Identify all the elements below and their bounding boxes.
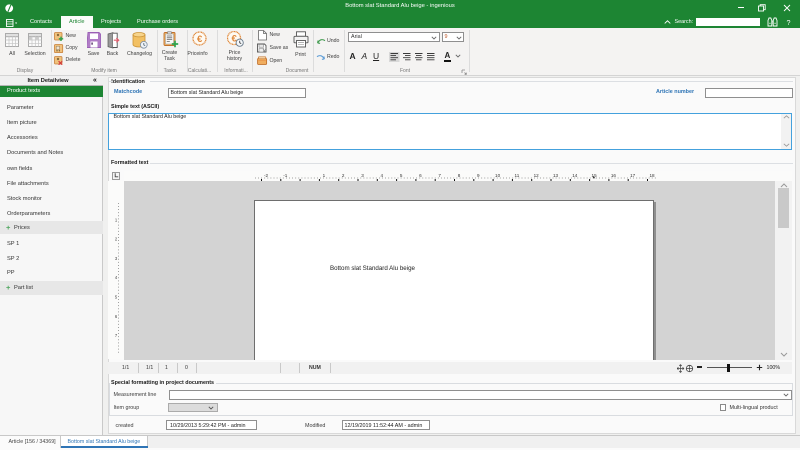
svg-text:5: 5 [115,295,118,300]
svg-text:8: 8 [458,173,461,178]
svg-text:14: 14 [572,173,578,178]
svg-text:9: 9 [477,173,480,178]
svg-text:4: 4 [381,173,384,178]
svg-text:4: 4 [115,275,118,280]
svg-text:18: 18 [649,173,655,178]
svg-text:11: 11 [515,173,520,178]
svg-text:12: 12 [534,173,540,178]
svg-text:1: 1 [115,217,118,222]
svg-text:6: 6 [419,173,422,178]
svg-text:1: 1 [323,173,326,178]
svg-text:13: 13 [553,173,559,178]
svg-text:-2: -2 [264,173,269,178]
svg-text:2: 2 [342,173,345,178]
svg-text:17: 17 [630,173,636,178]
svg-text:5: 5 [400,173,403,178]
svg-text:€: € [197,33,203,44]
svg-text:10: 10 [495,173,501,178]
svg-text:6: 6 [115,314,118,319]
svg-text:7: 7 [438,173,441,178]
svg-text:2: 2 [115,237,118,242]
svg-text:7: 7 [115,333,118,338]
svg-text:16: 16 [611,173,617,178]
svg-text:-1: -1 [283,173,288,178]
svg-text:3: 3 [361,173,364,178]
svg-text:3: 3 [115,256,118,261]
